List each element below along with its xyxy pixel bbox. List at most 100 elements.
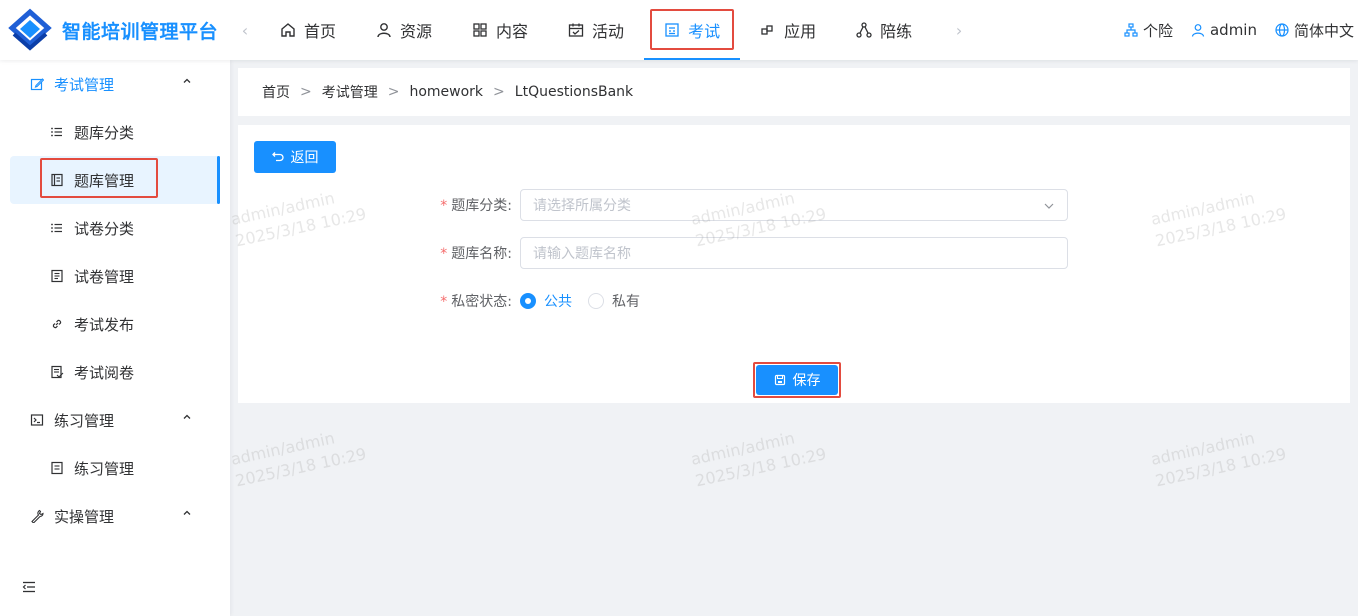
watermark-time: 2025/3/18 10:29 (233, 444, 368, 491)
breadcrumb-item-homework[interactable]: homework (409, 84, 483, 100)
highlight-box (40, 158, 158, 198)
org-label: 个险 (1142, 21, 1173, 40)
nav-item-exam[interactable]: 考试 (644, 0, 741, 60)
apps-icon (761, 25, 773, 35)
save-button-label: 保存 (792, 373, 821, 389)
nav-item-content[interactable]: 内容 (452, 0, 548, 60)
breadcrumb-separator: > (387, 84, 400, 100)
top-header: 智能培训管理平台 ‹ 首页 资源 内容 活动 考试 应用 陪练 › 个险 adm… (0, 0, 1358, 60)
radio-checked-icon (520, 293, 536, 309)
chevron-up-icon (183, 510, 191, 515)
list-icon (51, 223, 62, 233)
save-button[interactable]: 保存 (756, 365, 838, 395)
sidebar-item-label: 题库分类 (74, 123, 135, 142)
sidebar-item-paper-category[interactable]: 试卷分类 (0, 204, 230, 252)
category-label-text: 题库分类: (451, 198, 512, 214)
language-switch[interactable]: 简体中文 (1275, 20, 1354, 41)
nav-item-label: 活动 (592, 22, 625, 41)
paper-icon (51, 269, 63, 283)
exam-icon (665, 23, 679, 37)
sidebar-item-label: 试卷分类 (74, 219, 135, 238)
breadcrumb-item-current: LtQuestionsBank (514, 84, 634, 100)
required-mark: * (440, 294, 448, 310)
edit-icon (30, 78, 44, 91)
sidebar-group-practice[interactable]: 练习管理 (0, 396, 230, 444)
watermark: admin/admin 2025/3/18 10:29 (229, 422, 368, 493)
nav-item-label: 资源 (400, 22, 433, 41)
breadcrumb-separator: > (300, 84, 312, 100)
privacy-radio-private[interactable]: 私有 (588, 291, 640, 311)
sidebar-item-label: 试卷管理 (74, 267, 135, 286)
breadcrumb-item-exam[interactable]: 考试管理 (322, 82, 378, 102)
watermark-user: admin/admin (229, 428, 337, 469)
org-switch[interactable]: 个险 (1124, 20, 1173, 41)
review-icon (51, 365, 64, 379)
nav-item-label: 内容 (496, 22, 529, 41)
header-right: 个险 admin 简体中文 (1106, 0, 1354, 60)
radio-label: 公共 (544, 294, 572, 310)
back-button-label: 返回 (290, 150, 319, 166)
chevron-up-icon (183, 78, 191, 83)
collapse-sidebar-icon[interactable] (22, 580, 36, 594)
nav-item-activity[interactable]: 活动 (548, 0, 644, 60)
category-select[interactable]: 请选择所属分类 (520, 189, 1068, 221)
list-icon (51, 127, 62, 137)
back-button[interactable]: 返回 (254, 141, 336, 173)
return-icon (271, 152, 284, 162)
user-icon (377, 23, 391, 38)
required-mark: * (440, 246, 448, 262)
sidebar-item-exam-publish[interactable]: 考试发布 (0, 300, 230, 348)
sidebar-item-label: 考试阅卷 (74, 363, 135, 382)
nav-prev-arrow[interactable]: ‹ (230, 21, 260, 40)
sidebar-item-label: 考试发布 (74, 315, 135, 334)
name-label: * 题库名称: (438, 243, 520, 263)
sidebar-group-hands-on[interactable]: 实操管理 (0, 492, 230, 540)
nav-item-resources[interactable]: 资源 (356, 0, 452, 60)
radio-unchecked-icon (588, 293, 604, 309)
sidebar-group-label: 练习管理 (54, 411, 115, 430)
org-tree-icon (1124, 23, 1138, 37)
sidebar-item-practice-manage[interactable]: 练习管理 (0, 444, 230, 492)
nav-item-coach[interactable]: 陪练 (836, 0, 932, 60)
bank-name-input[interactable]: 请输入题库名称 (520, 237, 1068, 269)
app-title: 智能培训管理平台 (62, 20, 219, 43)
privacy-radio-public[interactable]: 公共 (520, 291, 572, 311)
nav-next-arrow[interactable]: › (944, 21, 974, 40)
calendar-icon (568, 23, 584, 37)
globe-icon (1275, 23, 1289, 37)
user-menu[interactable]: admin (1191, 21, 1257, 39)
nav-item-label: 首页 (304, 22, 337, 41)
sidebar-item-question-bank[interactable]: 题库管理 (10, 156, 220, 204)
sidebar-item-paper-manage[interactable]: 试卷管理 (0, 252, 230, 300)
form-row-privacy: * 私密状态: 公共 私有 (438, 285, 656, 317)
sidebar-group-label: 实操管理 (54, 507, 115, 526)
terminal-icon (30, 414, 44, 426)
nav-item-label: 应用 (784, 22, 817, 41)
radio-label: 私有 (612, 294, 640, 310)
watermark-user: admin/admin (689, 428, 797, 469)
network-icon (856, 22, 872, 38)
breadcrumb-item-home[interactable]: 首页 (262, 82, 290, 102)
watermark-time: 2025/3/18 10:29 (1153, 444, 1288, 491)
doc-icon (51, 461, 63, 475)
grid-icon (473, 23, 487, 37)
logo-icon (8, 8, 52, 51)
sidebar-item-exam-review[interactable]: 考试阅卷 (0, 348, 230, 396)
language-label: 简体中文 (1293, 21, 1354, 40)
logo[interactable]: 智能培训管理平台 (0, 0, 230, 60)
top-nav: 首页 资源 内容 活动 考试 应用 陪练 (260, 0, 932, 60)
required-mark: * (440, 198, 448, 214)
sidebar-item-question-category[interactable]: 题库分类 (0, 108, 230, 156)
category-placeholder: 请选择所属分类 (533, 198, 631, 214)
chevron-up-icon (183, 414, 191, 419)
nav-item-apps[interactable]: 应用 (740, 0, 836, 60)
chevron-down-icon (1044, 203, 1054, 209)
nav-item-home[interactable]: 首页 (260, 0, 356, 60)
save-icon (774, 374, 785, 386)
sidebar-item-label: 练习管理 (74, 459, 135, 478)
watermark: admin/admin 2025/3/18 10:29 (689, 422, 828, 493)
sidebar-group-exam[interactable]: 考试管理 (0, 60, 230, 108)
watermark-time: 2025/3/18 10:29 (693, 444, 828, 491)
privacy-label: * 私密状态: (438, 291, 520, 311)
category-label: * 题库分类: (438, 195, 520, 215)
